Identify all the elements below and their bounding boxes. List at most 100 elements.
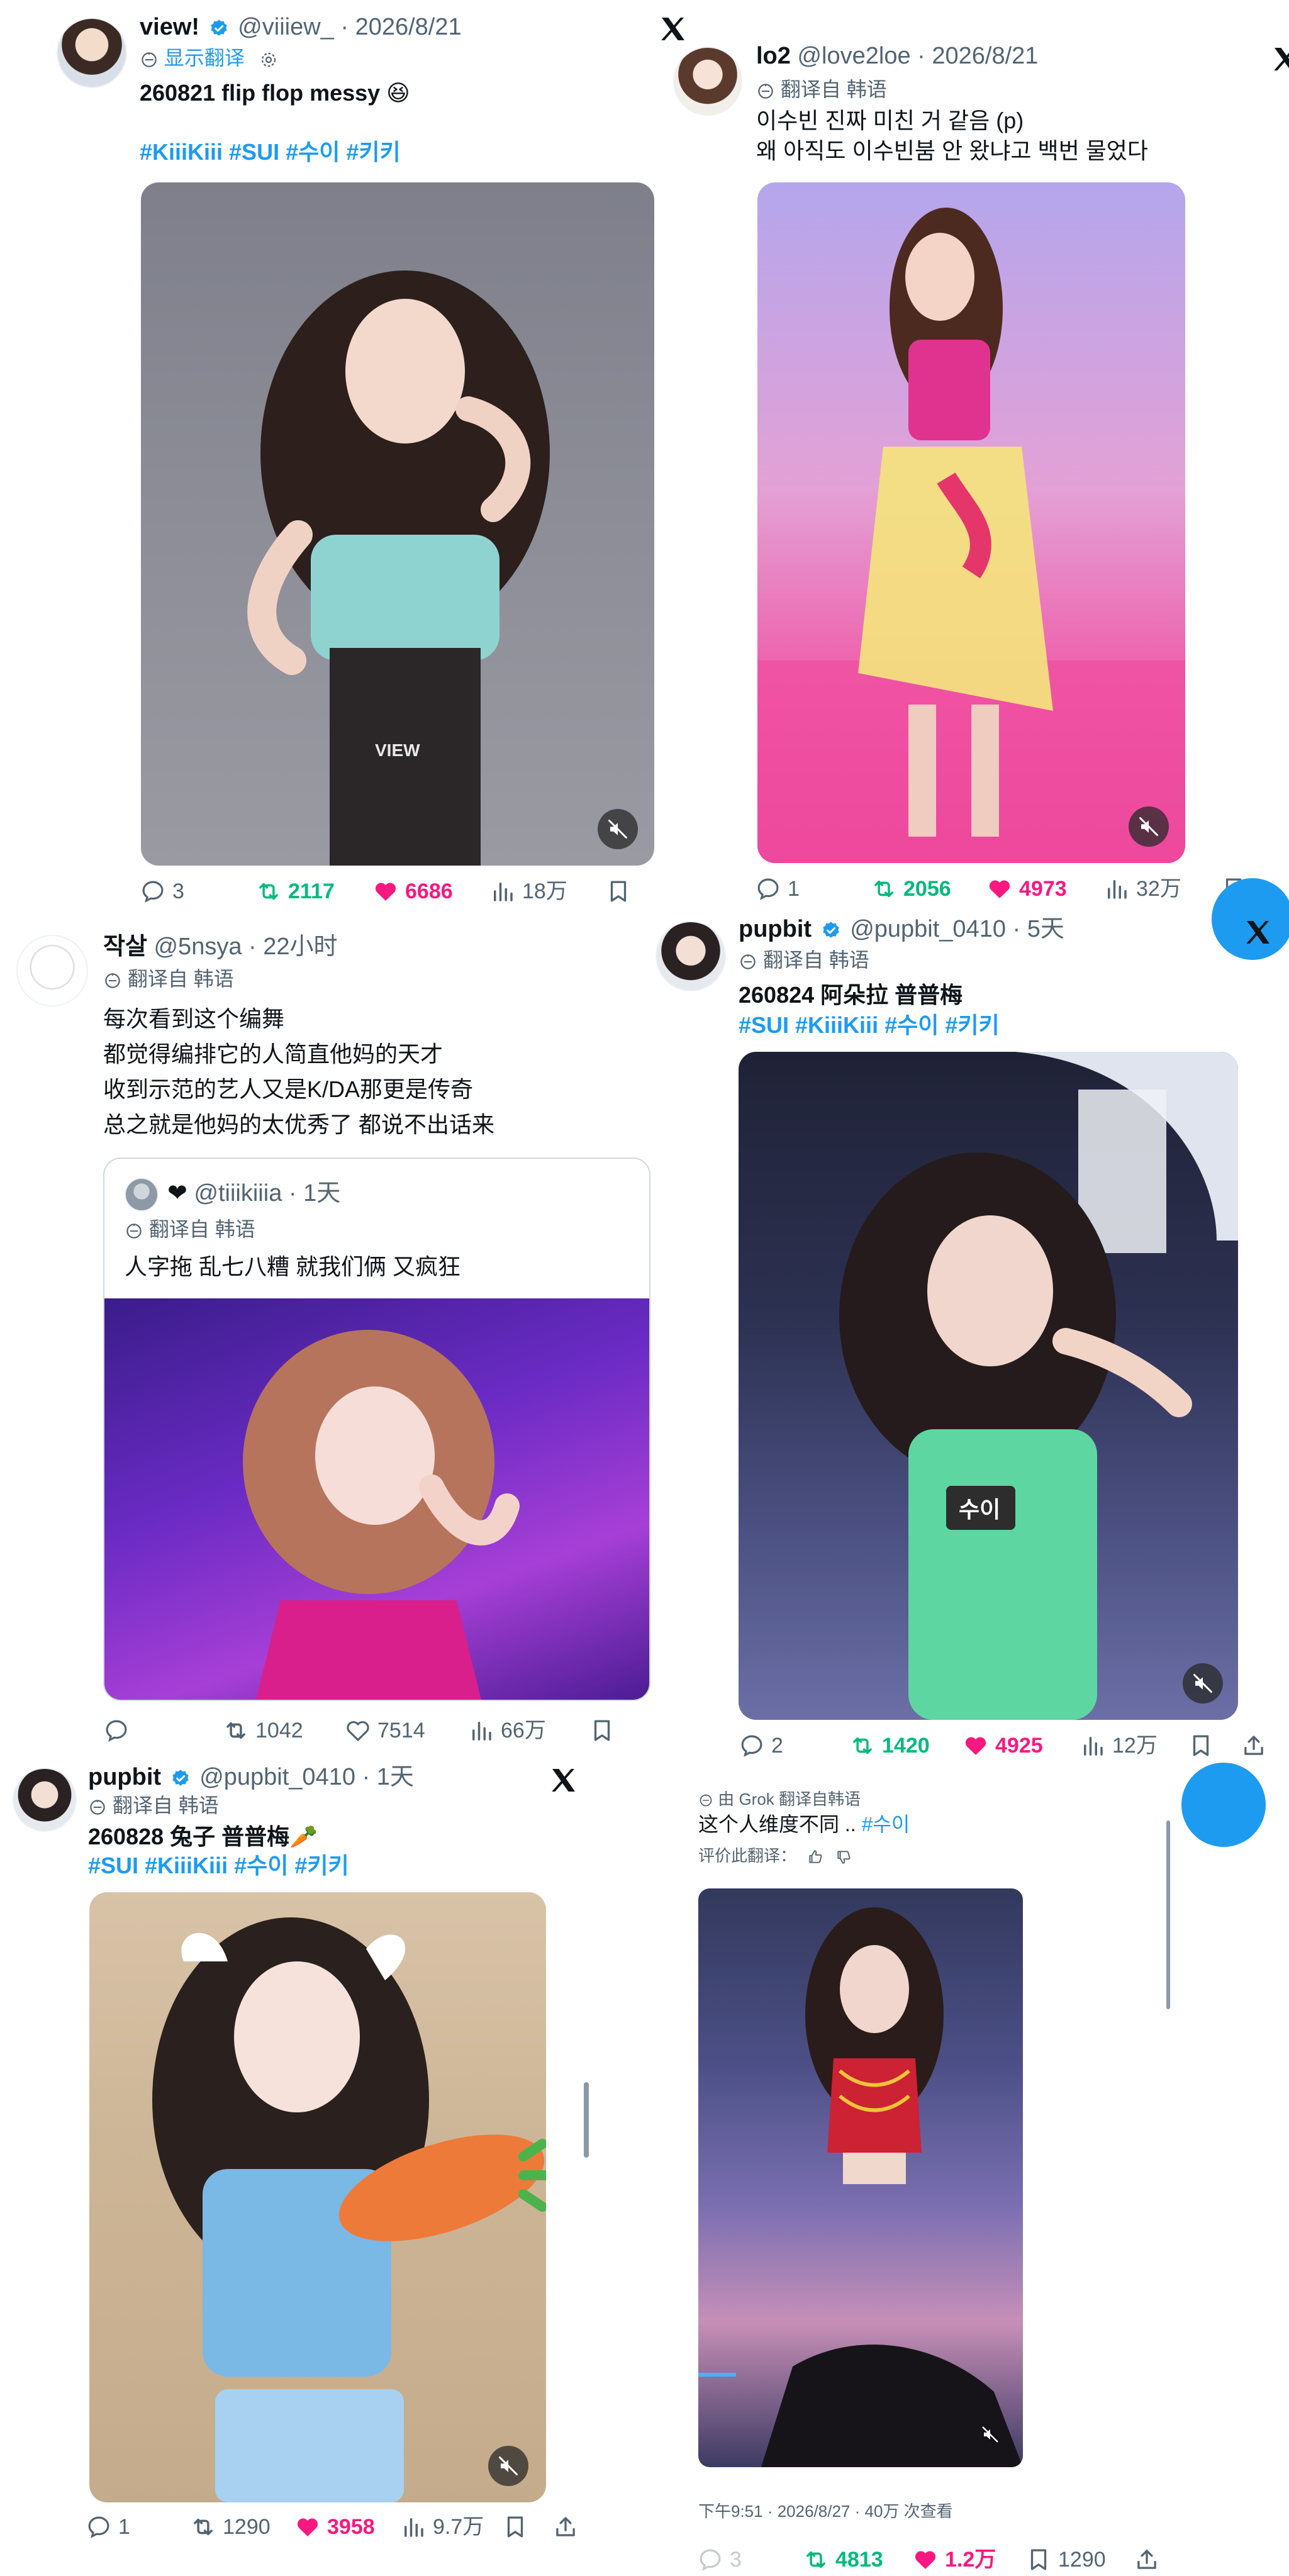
- retweet-button[interactable]: 1290: [190, 2514, 271, 2540]
- author-handle[interactable]: @tiiikiiia: [194, 1180, 282, 1207]
- share-icon: [552, 2514, 579, 2540]
- tweet-video[interactable]: 수이: [739, 1052, 1238, 1720]
- tweet-time[interactable]: 22小时: [263, 934, 337, 960]
- tweet-card[interactable]: lo2 @love2loe · 2026/8/21 翻译自 韩语 이수빈 진짜 …: [667, 0, 1289, 960]
- hashtag-link[interactable]: #수이: [862, 1813, 910, 1836]
- show-translation-link[interactable]: 显示翻译: [164, 47, 245, 69]
- translated-from-label[interactable]: 翻译自 韩语: [763, 949, 869, 971]
- avatar[interactable]: [16, 935, 88, 1006]
- bookmark-button[interactable]: [1188, 1732, 1220, 1759]
- author-name[interactable]: 작살: [103, 934, 147, 960]
- tweet-card[interactable]: pupbit @pupbit_0410 · 5天 翻译自 韩语 260824 阿…: [654, 906, 1289, 1847]
- mute-button[interactable]: [1183, 1663, 1223, 1703]
- author-name[interactable]: pupbit: [88, 1764, 161, 1790]
- tweet-text-line: 都觉得编排它的人简直他妈的天才: [103, 1041, 444, 1067]
- retweet-button[interactable]: 1042: [223, 1717, 303, 1744]
- translated-from-label[interactable]: 翻译自 韩语: [781, 78, 887, 101]
- like-button[interactable]: 7514: [345, 1717, 425, 1744]
- mute-button[interactable]: [1129, 806, 1169, 847]
- thumbs-down-icon[interactable]: [835, 1849, 852, 1865]
- author-handle[interactable]: @viiiew_: [238, 14, 334, 40]
- translated-from-label[interactable]: 翻译自 韩语: [128, 967, 234, 990]
- tweet-hashtags[interactable]: #KiiiKiii #SUI #수이 #키키: [140, 137, 401, 167]
- like-button[interactable]: 4925: [963, 1732, 1043, 1759]
- views-button[interactable]: 32万: [1103, 876, 1181, 902]
- author-handle[interactable]: @love2loe: [797, 43, 910, 69]
- tweet-date[interactable]: 2026/8/21: [355, 14, 462, 40]
- author-name[interactable]: ❤: [167, 1180, 187, 1207]
- bookmark-button[interactable]: [605, 878, 638, 905]
- thumbs-up-icon[interactable]: [807, 1849, 823, 1865]
- retweet-button[interactable]: 1420: [849, 1732, 930, 1759]
- tweet-card[interactable]: 작살 @5nsya · 22小时 翻译自 韩语 每次看到这个编舞 都觉得编排它的…: [0, 918, 654, 1749]
- avatar[interactable]: [125, 1178, 159, 1212]
- bookmark-button[interactable]: 1290: [1025, 2546, 1106, 2573]
- reply-button[interactable]: 1: [86, 2514, 130, 2540]
- avatar[interactable]: [673, 47, 742, 116]
- tweet-hashtags[interactable]: #SUI #KiiiKiii #수이 #키키: [739, 1010, 1000, 1040]
- tweet-meta[interactable]: 下午9:51 · 2026/8/27 · 40万 次查看: [698, 2501, 953, 2521]
- views-button[interactable]: 66万: [468, 1717, 546, 1744]
- scrollbar[interactable]: [1166, 1820, 1170, 2009]
- reply-icon: [755, 876, 781, 902]
- like-button[interactable]: 1.2万: [912, 2546, 996, 2573]
- tweet-video[interactable]: VIEW: [141, 182, 654, 866]
- bookmark-button[interactable]: [589, 1717, 622, 1744]
- views-button[interactable]: 18万: [489, 878, 567, 905]
- bookmark-icon: [605, 878, 632, 905]
- avatar[interactable]: [57, 18, 127, 88]
- avatar[interactable]: [656, 921, 726, 991]
- views-button[interactable]: 12万: [1080, 1732, 1158, 1759]
- tweet-video[interactable]: [89, 1892, 546, 2502]
- tweet-hashtags[interactable]: #SUI #KiiiKiii #수이 #키키: [88, 1851, 349, 1881]
- share-button[interactable]: [1241, 1732, 1273, 1759]
- mute-button[interactable]: [974, 2418, 1007, 2451]
- reply-count: 2: [771, 1734, 783, 1758]
- author-name[interactable]: pupbit: [739, 916, 812, 942]
- reply-button[interactable]: [103, 1717, 136, 1744]
- retweet-button[interactable]: 2117: [255, 878, 335, 905]
- reply-button[interactable]: 1: [755, 876, 800, 902]
- quoted-tweet[interactable]: ❤ @tiiikiiia · 1天 翻译自 韩语 人字拖 乱七八糟 就我们俩 又…: [103, 1157, 650, 1701]
- translated-from-label[interactable]: 翻译自 韩语: [113, 1794, 219, 1817]
- reply-button[interactable]: 3: [140, 878, 184, 905]
- mute-icon: [1191, 1672, 1214, 1695]
- tweet-text-line: 收到示范的艺人又是K/DA那更是传奇: [103, 1076, 474, 1102]
- tweet-time[interactable]: 1天: [377, 1764, 414, 1790]
- globe-icon: [103, 971, 122, 990]
- tweet-card[interactable]: view! @viiiew_ · 2026/8/21 显示翻译 260821 f…: [0, 0, 667, 903]
- mute-button[interactable]: [598, 809, 638, 849]
- retweet-count: 2117: [288, 879, 335, 903]
- share-button[interactable]: [1134, 2546, 1166, 2573]
- tweet-video[interactable]: [698, 1888, 1023, 2467]
- reply-button[interactable]: 3: [697, 2546, 742, 2573]
- gear-icon[interactable]: [259, 50, 278, 69]
- author-handle[interactable]: @pupbit_0410: [199, 1764, 355, 1790]
- quote-video[interactable]: [104, 1298, 649, 1700]
- views-button[interactable]: 9.7万: [400, 2514, 484, 2540]
- author-name[interactable]: view!: [140, 14, 199, 40]
- scrollbar[interactable]: [584, 2082, 589, 2158]
- tweet-time[interactable]: 1天: [303, 1180, 340, 1207]
- author-handle[interactable]: @5nsya: [153, 934, 242, 960]
- author-name[interactable]: lo2: [756, 43, 791, 69]
- share-button[interactable]: [552, 2514, 585, 2540]
- like-button[interactable]: 6686: [372, 878, 453, 905]
- translated-from-label[interactable]: 翻译自 韩语: [149, 1218, 255, 1241]
- views-icon: [468, 1717, 494, 1744]
- like-button[interactable]: 4973: [986, 876, 1067, 902]
- avatar[interactable]: [13, 1768, 77, 1832]
- tweet-time[interactable]: 5天: [1027, 916, 1064, 942]
- like-button[interactable]: 3958: [294, 2514, 375, 2540]
- tweet-header: pupbit @pupbit_0410 · 5天: [739, 916, 1064, 942]
- tweet-video[interactable]: [757, 182, 1185, 863]
- retweet-button[interactable]: 4813: [803, 2546, 883, 2573]
- tweet-card[interactable]: 由 Grok 翻译自韩语 这个人维度不同 .. #수이 评价此翻译： 下午9:5…: [654, 1774, 1289, 2576]
- tweet-card[interactable]: pupbit @pupbit_0410 · 1天 翻译自 韩语 260828 兔…: [0, 1749, 654, 2576]
- mute-button[interactable]: [488, 2446, 528, 2486]
- retweet-button[interactable]: 2056: [871, 876, 951, 902]
- bookmark-button[interactable]: [502, 2514, 535, 2540]
- reply-button[interactable]: 2: [739, 1732, 783, 1759]
- tweet-date[interactable]: 2026/8/21: [932, 43, 1038, 69]
- author-handle[interactable]: @pupbit_0410: [850, 916, 1006, 942]
